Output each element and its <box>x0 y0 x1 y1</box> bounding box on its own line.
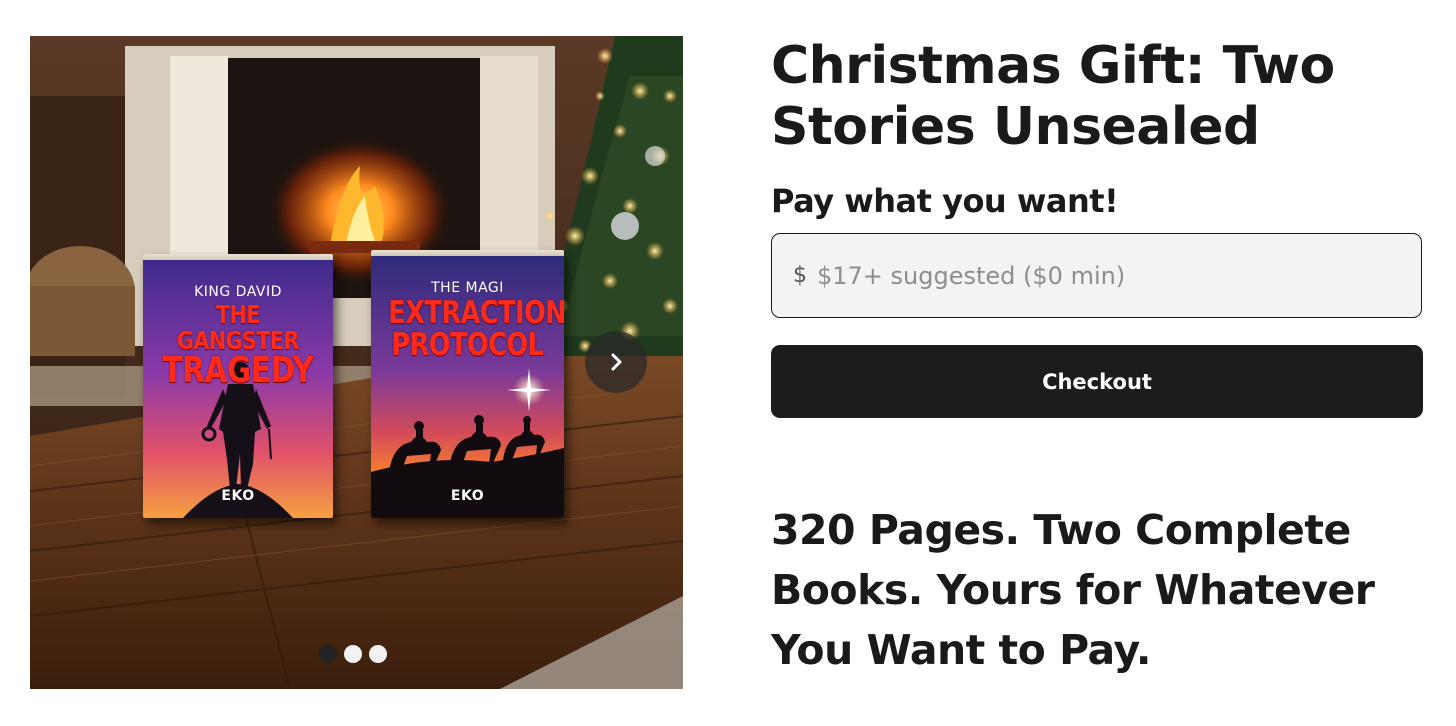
book-author: EKO <box>221 488 255 504</box>
book-subtitle: KING DAVID <box>194 284 282 300</box>
carousel-dot-3[interactable] <box>369 645 387 663</box>
book-page-edge <box>371 250 564 256</box>
currency-symbol: $ <box>793 263 807 288</box>
checkout-button[interactable]: Checkout <box>771 345 1423 418</box>
book-title: THE GANGSTER TRAGEDY <box>160 302 316 390</box>
product-image-carousel[interactable]: KING DAVID THE GANGSTER TRAGEDY EKO THE … <box>30 36 683 689</box>
price-input[interactable] <box>817 261 1377 290</box>
carousel-pagination <box>319 645 387 663</box>
book-page-edge <box>143 254 333 260</box>
carousel-dot-2[interactable] <box>344 645 362 663</box>
price-label: Pay what you want! <box>771 182 1119 220</box>
book-title-line-1: THE GANGSTER <box>177 300 299 355</box>
price-field[interactable]: $ <box>771 233 1422 318</box>
book-title-line-1: EXTRACTION <box>388 295 564 331</box>
book-title-line-2: PROTOCOL <box>391 326 544 363</box>
carousel-dot-1[interactable] <box>319 645 337 663</box>
product-title: Christmas Gift: Two Stories Unsealed <box>771 36 1335 157</box>
book-subtitle: THE MAGI <box>431 280 504 296</box>
book-cover-king-david: KING DAVID THE GANGSTER TRAGEDY EKO <box>143 254 333 518</box>
chevron-right-icon <box>611 353 622 371</box>
carousel-next-button[interactable] <box>585 331 647 393</box>
book-cover-the-magi: THE MAGI EXTRACTION PROTOCOL EKO <box>371 250 564 518</box>
book-title: EXTRACTION PROTOCOL <box>388 295 564 363</box>
book-author: EKO <box>450 488 485 504</box>
book-title-line-2: TRAGEDY <box>162 350 314 391</box>
product-tagline: 320 Pages. Two Complete Books. Yours for… <box>771 506 1375 674</box>
